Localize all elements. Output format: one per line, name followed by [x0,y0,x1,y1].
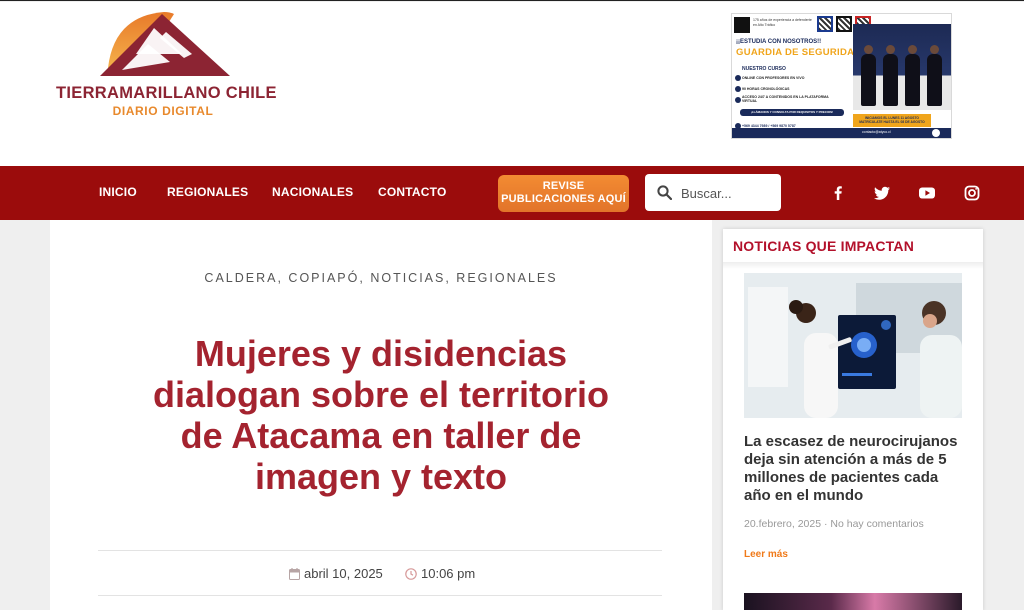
ad-line-3: NUESTRO CURSO [742,66,786,72]
article-title: Mujeres y disidencias dialogan sobre el … [152,333,610,497]
site-header: TIERRAMARILLANO CHILE DIARIO DIGITAL 175… [0,2,1024,166]
news-thumbnail[interactable] [744,593,962,610]
clock-icon [405,568,417,580]
twitter-icon[interactable] [872,183,892,203]
nav-item-regionales[interactable]: REGIONALES [167,185,248,199]
ad-line-1: ¡¡ESTUDIA CON NOSOTROS!! [736,39,822,45]
site-logo[interactable]: TIERRAMARILLANO CHILE DIARIO DIGITAL [56,10,277,130]
news-meta: 20.febrero, 2025 · No hay comentarios [744,518,924,530]
facebook-icon[interactable] [828,183,848,203]
clock-icon [735,86,741,92]
ad-guards-photo [853,24,951,110]
ad-banner[interactable]: 175 años de experiencia a defenderte en … [731,13,952,139]
article-time-text: 10:06 pm [421,566,476,581]
article-time: 10:06 pm [405,566,475,581]
ad-bullet: 90 HORAS CRONOLÓGICAS [742,87,790,91]
news-title[interactable]: La escasez de neurocirujanos deja sin at… [744,433,969,505]
ad-footer-logo-icon [932,129,940,137]
qr-code-icon [817,16,833,32]
ad-cta: ¡LLÁMANOS Y CONSULTA POR REQUISITOS Y PR… [740,109,844,116]
article-categories[interactable]: CALDERA, COPIAPÓ, NOTICIAS, REGIONALES [50,271,712,285]
article-date-text: abril 10, 2025 [304,566,383,581]
qr-code-icon [836,16,852,32]
ad-bullet: ACCESO 24/7 A CONTENIDOS EN LA PLATAFORM… [742,95,829,103]
nav-item-contacto[interactable]: CONTACTO [378,185,447,199]
read-more-link[interactable]: Leer más [744,549,788,560]
search-box[interactable] [645,174,781,211]
main-nav: INICIO REGIONALES NACIONALES CONTACTO RE… [0,166,1024,220]
calendar-icon [289,568,300,580]
sidebar-widget: NOTICIAS QUE IMPACTAN La escasez de neur… [723,229,983,610]
ad-promo: INICIAMOS EL LUNES 11 AGOSTO MATRÍCULATE… [853,114,931,127]
divider [98,550,662,551]
ad-line-2: GUARDIA DE SEGURIDAD [736,47,862,58]
ad-emblem-icon [734,17,750,33]
mountain-logo-icon [100,12,230,76]
nav-item-inicio[interactable]: INICIO [99,185,137,199]
monitor-icon [735,75,741,81]
search-icon[interactable] [657,185,672,200]
sidebar-heading: NOTICIAS QUE IMPACTAN [733,238,915,254]
ad-bullet: ONLINE CON PROFESORES EN VIVO [742,76,805,80]
nav-item-nacionales[interactable]: NACIONALES [272,185,353,199]
article-card: CALDERA, COPIAPÓ, NOTICIAS, REGIONALES M… [50,220,712,610]
ad-footer-text: contacto@atyco.cl [862,130,891,134]
article-date: abril 10, 2025 [289,566,383,581]
ad-footer: contacto@atyco.cl [732,128,951,138]
doctors-photo [744,273,962,418]
heading-underline [723,262,983,269]
logo-subtitle: DIARIO DIGITAL [112,104,214,118]
instagram-icon[interactable] [962,183,982,203]
divider [98,595,662,596]
laptop-icon [735,97,741,103]
revise-publicaciones-button[interactable]: REVISE PUBLICACIONES AQUÍ [498,175,629,212]
news-thumbnail[interactable] [744,273,962,418]
youtube-icon[interactable] [917,183,937,203]
logo-title: TIERRAMARILLANO CHILE [56,84,277,102]
search-input[interactable] [681,183,775,203]
ad-top-text: 175 años de experiencia a defenderte en … [753,18,812,27]
